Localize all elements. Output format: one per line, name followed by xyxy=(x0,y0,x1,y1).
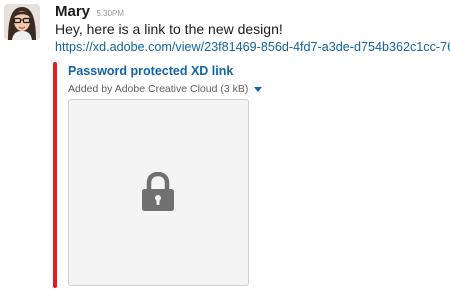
attachment-size: (3 kB) xyxy=(220,83,249,95)
attachment-accent-bar xyxy=(53,62,57,288)
message-timestamp[interactable]: 5:30PM xyxy=(96,9,124,18)
message-header: Mary 5:30PM xyxy=(55,3,124,21)
attachment-subtitle-row: Added by Adobe Creative Cloud (3 kB) xyxy=(68,83,263,95)
message-link[interactable]: https://xd.adobe.com/view/23f81469-856d-… xyxy=(55,40,450,54)
attachment-preview[interactable] xyxy=(68,99,249,286)
avatar[interactable] xyxy=(4,4,40,40)
attachment-title[interactable]: Password protected XD link xyxy=(68,64,233,78)
lock-icon xyxy=(142,172,174,211)
attachment-source: Added by Adobe Creative Cloud xyxy=(68,83,218,95)
sender-name[interactable]: Mary xyxy=(55,3,90,20)
chat-message: Mary 5:30PM Hey, here is a link to the n… xyxy=(0,0,450,298)
message-text: Hey, here is a link to the new design! xyxy=(55,21,283,37)
user-avatar-image xyxy=(4,4,40,40)
chevron-down-icon[interactable] xyxy=(254,86,263,92)
link-attachment: Password protected XD link Added by Adob… xyxy=(53,62,353,288)
